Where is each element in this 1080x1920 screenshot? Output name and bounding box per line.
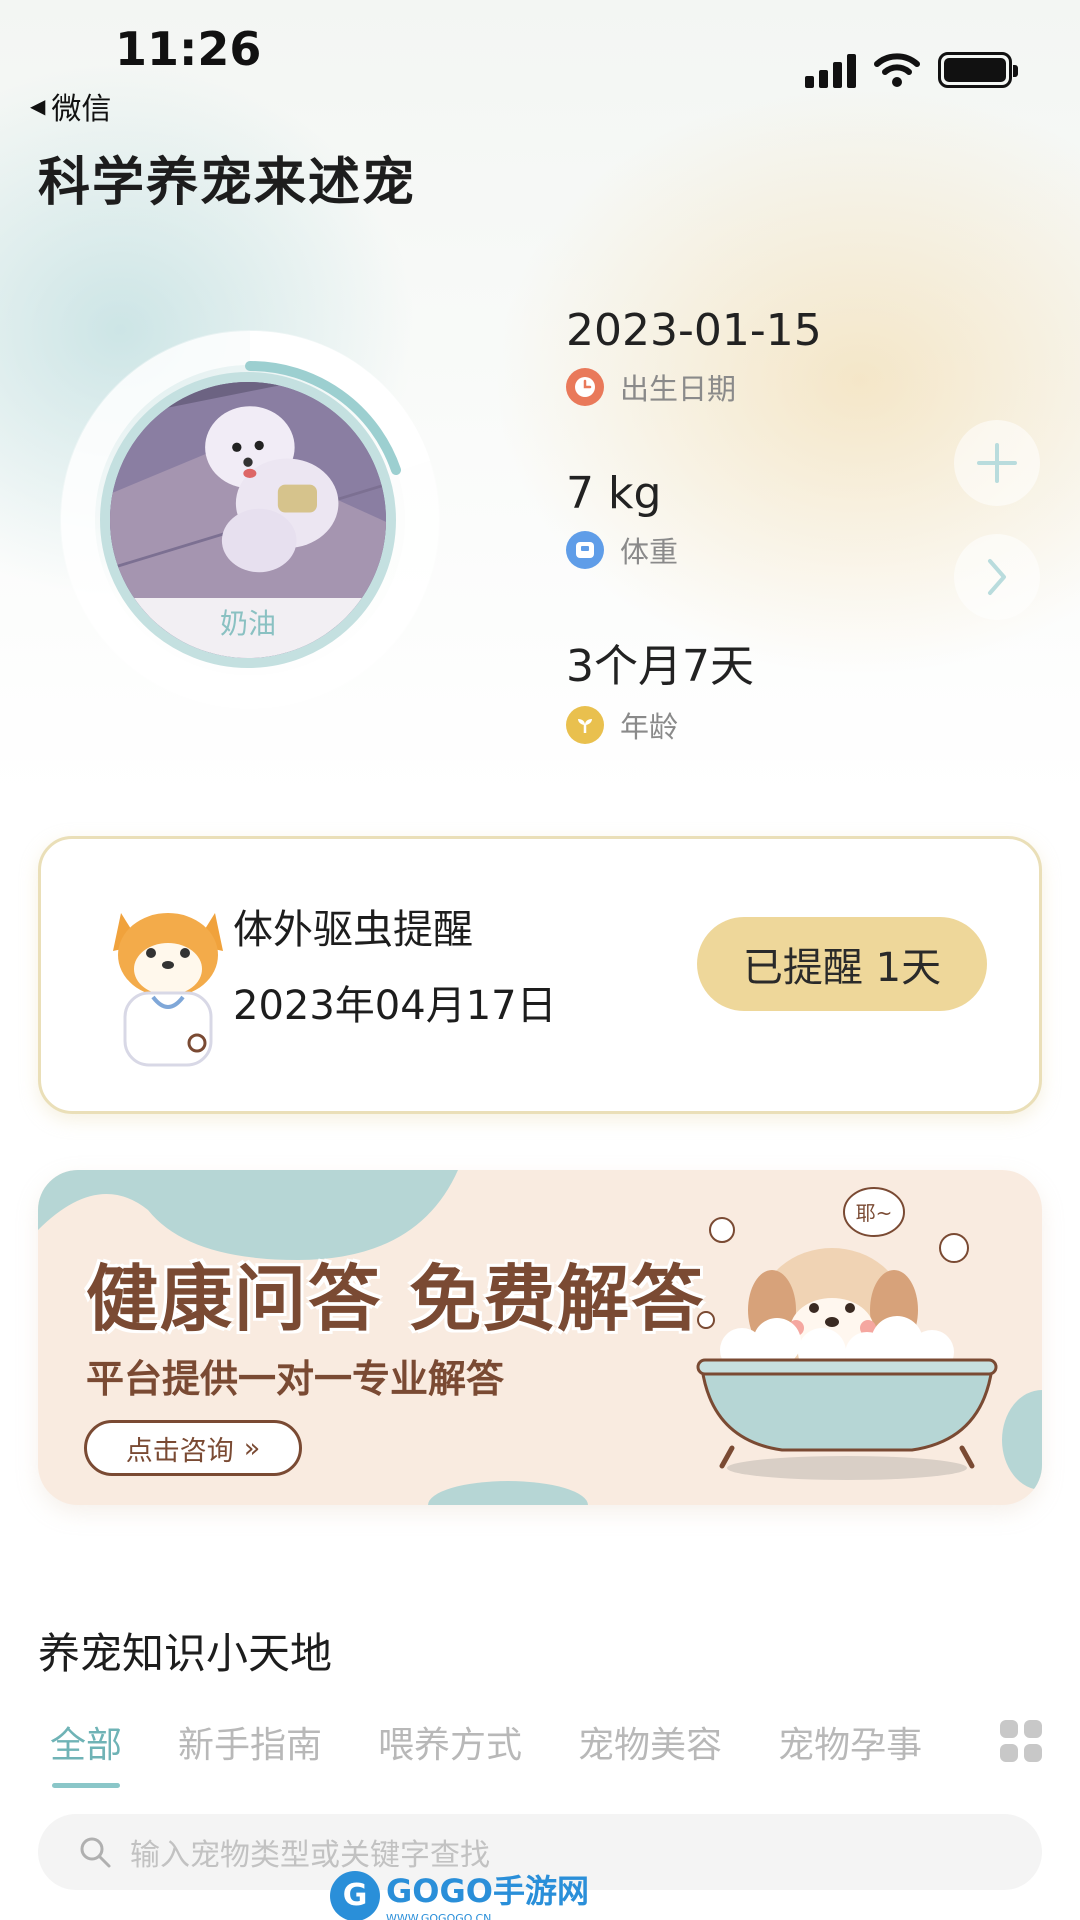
tab-feeding[interactable]: 喂养方式 (378, 1716, 522, 1768)
pet-avatar[interactable]: 奶油 (100, 372, 396, 668)
weight-label: 体重 (620, 535, 679, 569)
knowledge-tabs: 全部 新手指南 喂养方式 宠物美容 宠物孕事 (50, 1716, 978, 1788)
scale-icon (566, 531, 604, 569)
weight-block: 7 kg 体重 (566, 468, 678, 571)
status-time: 11:26 (115, 22, 262, 76)
wifi-icon (874, 53, 920, 87)
back-to-wechat[interactable]: ◀ 微信 (30, 84, 111, 128)
watermark-url: WWW.GOGOGO.CN (386, 1912, 492, 1920)
birth-date-value: 2023-01-15 (566, 305, 822, 356)
consult-button[interactable]: 点击咨询 » (84, 1420, 302, 1476)
deworming-reminder-card[interactable]: 体外驱虫提醒 2023年04月17日 已提醒 1天 (38, 836, 1042, 1114)
page-title: 科学养宠来述宠 (38, 153, 417, 213)
status-icons (805, 52, 1018, 88)
sprout-icon (566, 706, 604, 744)
bubble-text: 耶~ (856, 1201, 893, 1225)
pet-name: 奶油 (110, 598, 386, 658)
reminder-status-button[interactable]: 已提醒 1天 (697, 917, 987, 1011)
tab-pregnancy[interactable]: 宠物孕事 (778, 1716, 922, 1768)
birth-date-label: 出生日期 (620, 372, 737, 406)
chevron-right-icon (988, 559, 1006, 595)
consult-button-label: 点击咨询 (125, 1435, 234, 1467)
age-block: 3个月7天 年龄 (566, 630, 754, 746)
next-pet-button[interactable] (954, 534, 1040, 620)
banner-title: 健康问答 免费解答 (86, 1257, 706, 1341)
plus-icon (977, 443, 1017, 483)
dog-in-bathtub-illustration: 耶~ (696, 1187, 998, 1480)
knowledge-section-title: 养宠知识小天地 (38, 1629, 333, 1678)
watermark-text: GOGO手游网 (386, 1872, 589, 1910)
status-bar: 11:26 ◀ 微信 (0, 0, 1080, 130)
reminder-date: 2023年04月17日 (233, 983, 557, 1029)
tab-beginner-guide[interactable]: 新手指南 (178, 1716, 322, 1768)
birth-date-block: 2023-01-15 出生日期 (566, 305, 822, 408)
battery-icon (938, 52, 1018, 88)
age-label: 年龄 (620, 710, 679, 744)
back-triangle-icon: ◀ (30, 94, 46, 118)
back-label: 微信 (51, 92, 112, 127)
clock-icon (566, 368, 604, 406)
watermark-logo: G (330, 1870, 380, 1920)
tab-grooming[interactable]: 宠物美容 (578, 1716, 722, 1768)
age-value: 3个月7天 (566, 641, 754, 692)
site-watermark: G GOGO手游网 WWW.GOGOGO.CN (330, 1866, 589, 1920)
health-qa-banner[interactable]: 健康问答 免费解答 平台提供一对一专业解答 点击咨询 » 耶~ (38, 1170, 1042, 1505)
corgi-doctor-mascot (113, 913, 223, 1067)
banner-subtitle: 平台提供一对一专业解答 (86, 1357, 505, 1401)
double-chevron-right-icon: » (243, 1432, 261, 1464)
reminder-title: 体外驱虫提醒 (233, 907, 473, 953)
add-pet-button[interactable] (954, 420, 1040, 506)
cellular-signal-icon (805, 52, 856, 88)
search-icon (80, 1837, 111, 1868)
tab-all[interactable]: 全部 (50, 1716, 122, 1788)
weight-value: 7 kg (566, 468, 662, 519)
grid-menu-icon[interactable] (1000, 1720, 1042, 1762)
